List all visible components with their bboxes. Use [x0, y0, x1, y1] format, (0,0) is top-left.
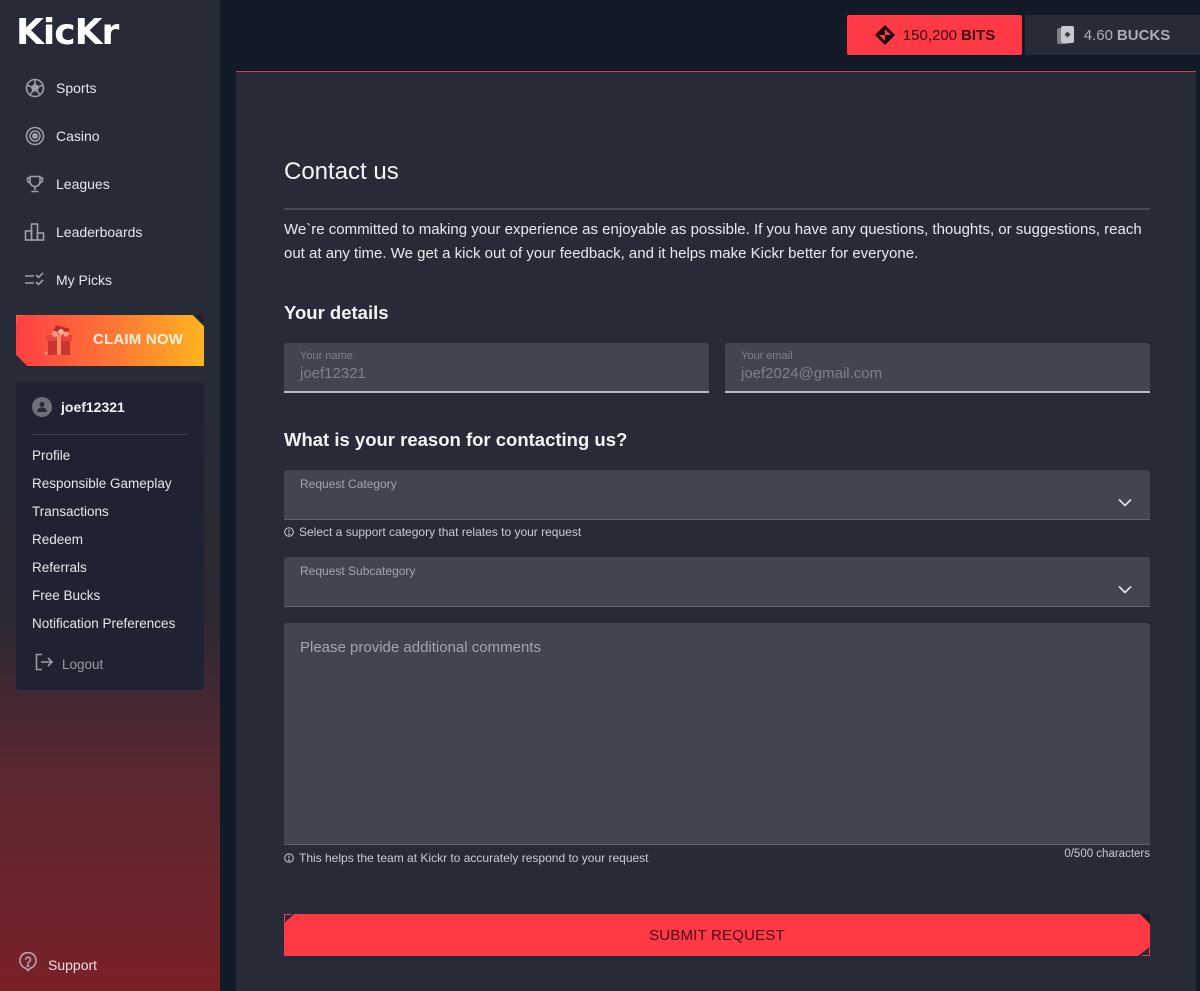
main-nav: Sports Casino Leagues Leaderboards My Pi…	[24, 76, 142, 316]
nav-label: My Picks	[56, 272, 112, 288]
submit-label: SUBMIT REQUEST	[649, 926, 785, 944]
nav-item-leaderboards[interactable]: Leaderboards	[24, 220, 142, 244]
bucks-balance-button[interactable]: 4.60 BUCKS	[1025, 15, 1200, 55]
info-icon	[284, 853, 294, 863]
nav-label: Leagues	[56, 176, 110, 192]
request-category-select[interactable]: Request Category	[284, 470, 1150, 520]
details-heading: Your details	[284, 302, 389, 323]
menu-item-redeem[interactable]: Redeem	[32, 530, 175, 558]
info-icon	[284, 527, 294, 537]
avatar-icon	[32, 397, 52, 417]
bucks-unit: BUCKS	[1116, 26, 1171, 44]
nav-item-my-picks[interactable]: My Picks	[24, 268, 142, 292]
nav-item-leagues[interactable]: Leagues	[24, 172, 142, 196]
claim-now-button[interactable]: CLAIM NOW	[16, 315, 204, 366]
category-hint: Select a support category that relates t…	[284, 525, 581, 539]
bucks-card-icon	[1055, 24, 1077, 46]
casino-chip-icon	[24, 125, 46, 147]
bits-amount: 150,200	[902, 26, 958, 44]
character-count: 0/500 characters	[1064, 848, 1150, 860]
email-value: joef2024@gmail.com	[741, 365, 883, 382]
corner-notch-icon	[1140, 914, 1150, 924]
page-title: Contact us	[284, 158, 399, 185]
category-label: Request Category	[300, 477, 397, 491]
chevron-down-icon	[1118, 581, 1132, 599]
corner-accent-icon	[1142, 948, 1150, 956]
contact-panel: Contact us We`re committed to making you…	[236, 71, 1196, 991]
email-field[interactable]: Your email joef2024@gmail.com	[725, 343, 1150, 393]
checklist-icon	[24, 269, 46, 291]
name-value: joef12321	[300, 365, 366, 382]
menu-item-transactions[interactable]: Transactions	[32, 502, 175, 530]
subcategory-label: Request Subcategory	[300, 564, 416, 578]
trophy-icon	[24, 173, 46, 195]
nav-item-casino[interactable]: Casino	[24, 124, 142, 148]
kickr-logo[interactable]: KicKr	[16, 12, 119, 53]
support-link[interactable]: Support	[18, 951, 98, 977]
claim-now-label: CLAIM NOW	[93, 331, 184, 348]
sidebar: KicKr Sports Casino Leagues Leaderboards	[0, 0, 220, 991]
chevron-down-icon	[1118, 494, 1132, 512]
corner-accent-icon	[196, 358, 204, 366]
submit-request-button[interactable]: SUBMIT REQUEST	[284, 914, 1150, 956]
menu-item-responsible-gameplay[interactable]: Responsible Gameplay	[32, 474, 175, 502]
nav-label: Sports	[56, 80, 97, 96]
help-icon	[18, 951, 38, 977]
logout-icon	[34, 652, 54, 677]
request-subcategory-select[interactable]: Request Subcategory	[284, 557, 1150, 607]
nav-label: Leaderboards	[56, 224, 143, 240]
menu-item-free-bucks[interactable]: Free Bucks	[32, 586, 175, 614]
corner-accent-icon	[16, 315, 24, 323]
corner-accent-icon	[284, 914, 292, 922]
user-header[interactable]: joef12321	[32, 397, 125, 417]
divider	[32, 434, 188, 435]
comments-placeholder: Please provide additional comments	[300, 639, 541, 656]
user-menu-card: joef12321 Profile Responsible Gameplay T…	[16, 382, 204, 690]
logout-button[interactable]: Logout	[34, 652, 103, 677]
comments-hint: This helps the team at Kickr to accurate…	[284, 851, 649, 865]
reason-heading: What is your reason for contacting us?	[284, 429, 628, 450]
bits-diamond-icon	[874, 24, 896, 46]
email-label: Your email	[741, 350, 793, 362]
bucks-amount: 4.60	[1083, 26, 1113, 44]
leaderboard-icon	[24, 221, 46, 243]
bits-unit: BITS	[961, 26, 996, 44]
gift-box-icon	[40, 323, 80, 359]
category-hint-text: Select a support category that relates t…	[299, 525, 582, 539]
corner-notch-icon	[195, 315, 203, 323]
nav-item-sports[interactable]: Sports	[24, 76, 142, 100]
logout-label: Logout	[62, 657, 104, 672]
account-menu: Profile Responsible Gameplay Transaction…	[32, 446, 175, 642]
name-field[interactable]: Your name joef12321	[284, 343, 709, 393]
divider	[284, 208, 1150, 210]
nav-label: Casino	[56, 128, 100, 144]
name-label: Your name	[300, 350, 353, 362]
intro-text: We`re committed to making your experienc…	[284, 221, 1142, 262]
username: joef12321	[61, 399, 125, 415]
bits-balance-button[interactable]: 150,200 BITS	[847, 15, 1022, 55]
soccer-ball-icon	[24, 77, 46, 99]
comments-hint-text: This helps the team at Kickr to accurate…	[299, 851, 649, 865]
comments-textarea[interactable]: Please provide additional comments	[284, 623, 1150, 845]
menu-item-referrals[interactable]: Referrals	[32, 558, 175, 586]
menu-item-profile[interactable]: Profile	[32, 446, 175, 474]
support-label: Support	[48, 956, 98, 973]
menu-item-notification-preferences[interactable]: Notification Preferences	[32, 614, 175, 642]
